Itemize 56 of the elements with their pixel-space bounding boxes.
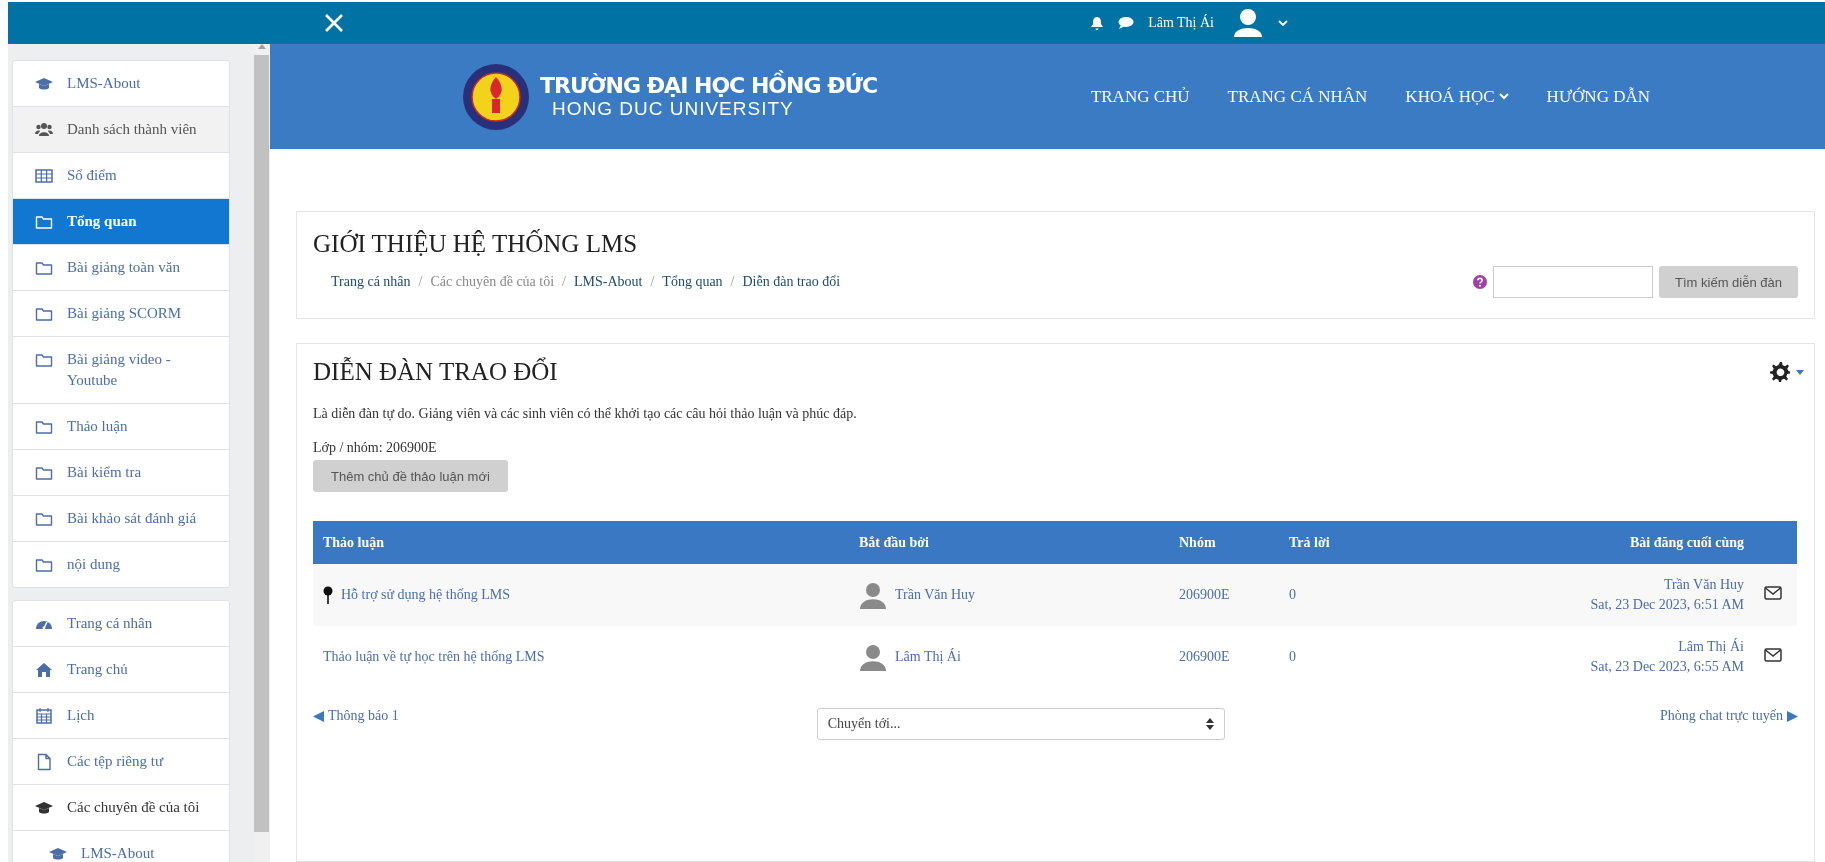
author-link[interactable]: Trần Văn Huy [895,587,976,603]
author-link[interactable]: Trần Văn Huy [1663,575,1744,595]
reply-count[interactable]: 0 [1289,649,1296,664]
group-label: Lớp / nhóm: 206900E [313,440,438,456]
sidebar-item[interactable]: LMS-About [13,831,229,862]
breadcrumb-link[interactable]: Diễn đàn trao đổi [742,274,841,290]
breadcrumb-separator: / [650,274,655,290]
reply-count[interactable]: 0 [1289,587,1296,602]
breadcrumb-link[interactable]: Tổng quan [662,274,723,290]
page-title: GIỚI THIỆU HỆ THỐNG LMS [313,230,639,258]
column-header: Nhóm [1169,521,1279,564]
next-activity-link[interactable]: Phòng chat trực tuyến [1659,708,1798,724]
jump-to-select[interactable]: Chuyển tới... [816,708,1225,740]
nav-link[interactable]: KHOÁ HỌC [1405,86,1509,107]
discussion-link[interactable]: Thảo luận về tự học trên hệ thống LMS [323,649,545,665]
column-header: Bài đăng cuối cùng [1369,521,1754,564]
previous-activity-link[interactable]: Thông báo 1 [313,708,399,724]
discussion-link[interactable]: Hỗ trợ sử dụng hệ thống LMS [341,587,510,603]
sidebar-item[interactable]: Trang chủ [13,647,229,693]
sidebar-item[interactable]: nội dung [13,542,229,587]
breadcrumb-link[interactable]: Trang cá nhân [331,274,411,290]
post-date-link[interactable]: Sat, 23 Dec 2023, 6:55 AM [1590,657,1744,677]
group-link[interactable]: 206900E [1179,587,1230,602]
sidebar-item[interactable]: Bài khảo sát đánh giá [13,496,229,542]
sidebar-item[interactable]: Bài kiểm tra [13,450,229,496]
user-name[interactable]: Lâm Thị Ái [1148,15,1214,31]
column-header: Thảo luận [313,521,849,564]
sidebar-item[interactable]: Bài giảng video - Youtube [13,337,229,404]
group-link[interactable]: 206900E [1179,649,1230,664]
column-header: Bắt đầu bởi [849,521,1169,564]
author-link[interactable]: Lâm Thị Ái [895,649,961,665]
author-link[interactable]: Lâm Thị Ái [1678,637,1744,657]
post-date-link[interactable]: Sat, 23 Dec 2023, 6:51 AM [1590,595,1744,615]
sidebar-item[interactable]: Trang cá nhân [13,601,229,647]
forum-title: DIỄN ĐÀN TRAO ĐỔI [313,358,558,386]
breadcrumb-separator: / [730,274,735,290]
sidebar-item[interactable]: Bài giảng toàn văn [13,245,229,291]
sidebar-item[interactable]: Thảo luận [13,404,229,450]
nav-link[interactable]: TRANG CHỦ [1090,86,1190,107]
nav-link[interactable]: TRANG CÁ NHÂN [1227,86,1368,107]
sidebar-item[interactable]: Các tệp riêng tư [13,739,229,785]
sidebar-item[interactable]: Bài giảng SCORM [13,291,229,337]
column-header: Trả lời [1279,521,1369,564]
search-forum-button[interactable]: Tìm kiếm diễn đàn [1659,266,1798,298]
add-discussion-button[interactable]: Thêm chủ đề thảo luận mới [313,460,508,492]
breadcrumb-link[interactable]: LMS-About [574,274,643,290]
sidebar-item[interactable]: Lịch [13,693,229,739]
breadcrumb-text: Các chuyên đề của tôi [430,274,555,290]
sidebar-item[interactable]: Danh sách thành viên [13,107,229,153]
forum-description: Là diễn đàn tự do. Giảng viên và các sinh viên có thể khởi tạo các câu hỏi thảo luận và phúc đáp. [313,406,858,422]
nav-link[interactable]: HƯỚNG DẪN [1546,86,1650,107]
sidebar-item[interactable]: Các chuyên đề của tôi [13,785,229,831]
sidebar-item[interactable]: Tổng quan [13,199,229,245]
site-subtitle: HONG DUC UNIVERSITY [552,98,795,120]
breadcrumb-separator: / [418,274,423,290]
breadcrumb-separator: / [562,274,566,290]
